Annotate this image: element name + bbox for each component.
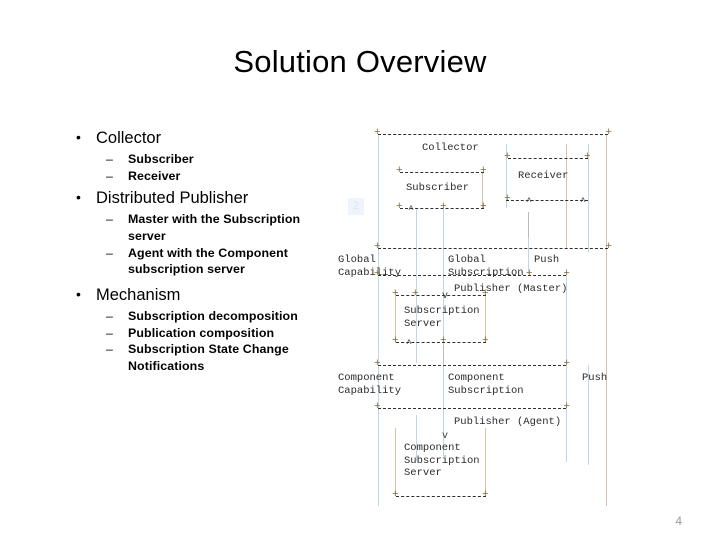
- slide: Solution Overview • Collector – Subscrib…: [0, 0, 720, 540]
- push-bottom-label: Push: [582, 372, 608, 384]
- receiver-box-top: [508, 158, 588, 159]
- bullet-subitem-subscriber: – Subscriber: [68, 151, 338, 168]
- bullet-label: Distributed Publisher: [96, 189, 249, 208]
- plus-glyph: +: [396, 165, 403, 177]
- component-capability-label: Component Capability: [338, 372, 402, 397]
- push-top-label: Push: [534, 254, 560, 266]
- bullet-sublabel: Subscription State Change Notifications: [128, 342, 289, 373]
- bullet-marker: –: [106, 168, 113, 183]
- global-band-top: [374, 241, 612, 253]
- plus-glyph: +: [392, 489, 399, 501]
- plus-glyph: +: [480, 165, 487, 177]
- bullet-sublabel: Subscriber: [128, 152, 194, 167]
- bullet-group-distributed-publisher: • Distributed Publisher – Master with th…: [68, 188, 338, 278]
- page-title: Solution Overview: [233, 44, 487, 79]
- bullet-label: Mechanism: [96, 285, 181, 304]
- arrow-down-glyph: v: [442, 291, 449, 302]
- plus-glyph: +: [482, 489, 489, 501]
- lifeline-outer-right: [606, 134, 607, 506]
- lifeline-subscription: [443, 208, 444, 456]
- plus-glyph: +: [526, 268, 533, 280]
- bullet-subitem-publication-composition: – Publication composition: [68, 325, 338, 342]
- subscription-server-label: Subscription Server: [404, 305, 480, 330]
- publisher-agent-label: Publisher (Agent): [454, 416, 562, 428]
- page-number: 4: [675, 514, 682, 528]
- publisher-master-label: Publisher (Master): [454, 283, 568, 295]
- plus-glyph: +: [392, 335, 399, 347]
- bullet-group-mechanism: • Mechanism – Subscription decomposition…: [68, 285, 338, 375]
- bullet-marker: –: [106, 342, 113, 357]
- plus-glyph: +: [482, 335, 489, 347]
- component-band-top: [374, 358, 570, 370]
- receiver-label: Receiver: [518, 170, 569, 182]
- bullet-subitem-state-change-notifications: – Subscription State Change Notification…: [68, 341, 338, 374]
- plus-glyph: +: [504, 151, 511, 163]
- bullet-marker: –: [106, 325, 113, 340]
- plus-glyph: +: [396, 201, 403, 213]
- bullet-item-distributed-publisher: • Distributed Publisher: [68, 188, 338, 209]
- bullet-marker: –: [106, 152, 113, 167]
- caret-glyph: ^: [580, 197, 587, 208]
- plus-glyph: +: [482, 288, 489, 300]
- publisher-agent-band-top: [374, 401, 570, 413]
- plus-glyph: +: [440, 201, 447, 213]
- collector-band-top: [374, 127, 612, 139]
- subscriber-box-top: [400, 172, 484, 173]
- plus-glyph: +: [480, 201, 487, 213]
- bullet-marker: •: [76, 285, 81, 302]
- plus-glyph: +: [392, 288, 399, 300]
- lifeline-component-server-right: [485, 428, 486, 496]
- bullet-subitem-master: – Master with the Subscription server: [68, 211, 338, 244]
- caret-glyph: ^: [408, 205, 415, 216]
- bullet-item-collector: • Collector: [68, 128, 338, 149]
- bullet-marker: –: [106, 212, 113, 227]
- subscription-server-box-top: [396, 295, 486, 296]
- bullet-label: Collector: [96, 129, 162, 147]
- plus-glyph: +: [440, 335, 447, 347]
- bullet-sublabel: Receiver: [128, 168, 181, 183]
- lifeline-capability: [378, 134, 379, 506]
- caret-glyph: ^: [526, 197, 533, 208]
- plus-glyph: +: [412, 288, 419, 300]
- publisher-master-band-top: [374, 268, 570, 280]
- lifeline-receiver-right-tan: [566, 144, 567, 248]
- arrow-down-glyph: v: [442, 431, 449, 442]
- bullet-list: • Collector – Subscriber – Receiver • Di…: [68, 128, 338, 381]
- caret-glyph: ^: [406, 339, 413, 350]
- bullet-marker: –: [106, 308, 113, 323]
- bullet-subitem-subscription-decomposition: – Subscription decomposition: [68, 308, 338, 325]
- bullet-subitem-receiver: – Receiver: [68, 168, 338, 185]
- bullet-subitem-agent: – Agent with the Component subscription …: [68, 245, 338, 278]
- bullet-sublabel: Subscription decomposition: [128, 308, 298, 323]
- bullet-group-collector: • Collector – Subscriber – Receiver: [68, 128, 338, 184]
- component-subscription-server-label: Component Subscription Server: [404, 442, 480, 480]
- watermark: 2: [348, 198, 364, 215]
- component-subscription-server-box-bottom: [396, 496, 486, 497]
- bullet-marker: •: [76, 129, 81, 145]
- lifeline-component-server-left: [395, 428, 396, 496]
- subscriber-label: Subscriber: [406, 182, 470, 194]
- lifeline-sub-server-mid: [443, 345, 444, 363]
- component-subscription-label: Component Subscription: [448, 372, 524, 397]
- bullet-sublabel: Master with the Subscription server: [128, 212, 301, 244]
- collector-label: Collector: [422, 142, 479, 154]
- bullet-sublabel: Publication composition: [128, 325, 275, 340]
- architecture-diagram: 2 Collector + + + + + ^ S: [330, 120, 640, 515]
- bullet-item-mechanism: • Mechanism: [68, 285, 338, 306]
- bullet-marker: –: [106, 245, 113, 260]
- bullet-sublabel: Agent with the Component subscription se…: [128, 245, 289, 277]
- plus-glyph: +: [504, 193, 511, 205]
- bullet-marker: •: [76, 189, 81, 206]
- plus-glyph: +: [584, 151, 591, 163]
- receiver-box-bottom: [506, 200, 588, 201]
